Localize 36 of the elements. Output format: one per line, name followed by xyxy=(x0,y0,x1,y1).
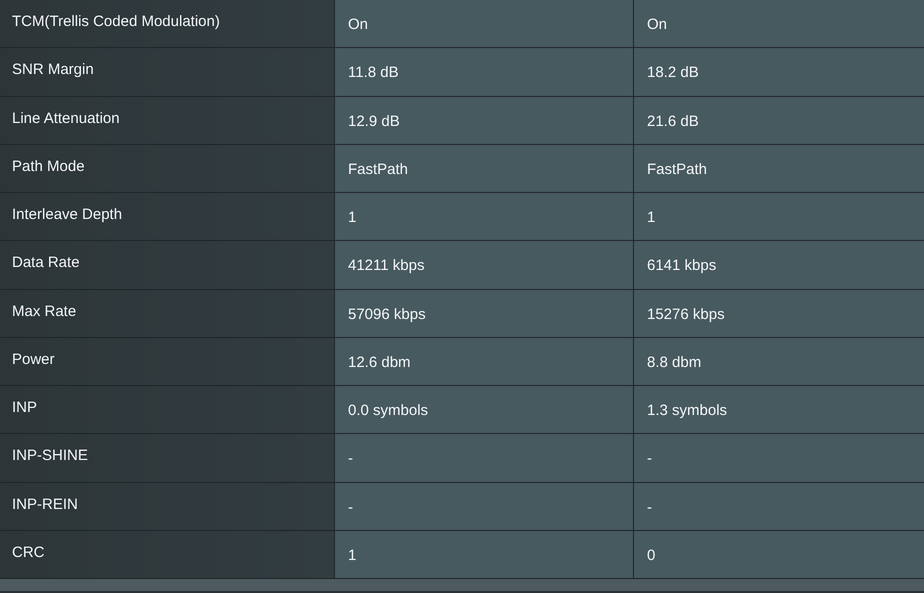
table-cell: 0.0 symbols xyxy=(335,386,634,434)
table-cell: FastPath xyxy=(634,144,924,192)
row-header-cell: INP xyxy=(0,386,335,434)
table-cell: 1 xyxy=(335,530,634,578)
table-cell: 1 xyxy=(634,193,924,240)
row-header-cell: Power xyxy=(0,338,335,385)
row-header-cell: Max Rate xyxy=(0,290,335,337)
table-cell: 18.2 dB xyxy=(634,48,924,96)
row-header-cell: SNR Margin xyxy=(0,48,335,96)
row-header-cell: TCM(Trellis Coded Modulation) xyxy=(0,0,335,48)
table-cell: - xyxy=(634,434,924,482)
row-header-cell: INP-REIN xyxy=(0,482,335,530)
table-cell: FastPath xyxy=(335,144,634,192)
table-cell: 1 xyxy=(335,193,634,240)
table-cell: 0 xyxy=(634,530,924,578)
table-cell: 11.8 dB xyxy=(335,48,634,96)
row-header-cell: INP-SHINE xyxy=(0,434,335,482)
row-header-cell: Data Rate xyxy=(0,241,335,288)
row-header-cell: Line Attenuation xyxy=(0,96,335,144)
table-cell: 6141 kbps xyxy=(634,241,924,288)
table-cell: - xyxy=(335,482,634,530)
table-cell: 41211 kbps xyxy=(335,241,634,288)
table-cell: - xyxy=(634,482,924,530)
table-cell: 12.6 dbm xyxy=(335,338,634,385)
row-header-cell: Interleave Depth xyxy=(0,193,335,240)
table-cell: 12.9 dB xyxy=(335,96,634,144)
table-cell: 1.3 symbols xyxy=(634,386,924,434)
table-cell: 8.8 dbm xyxy=(634,338,924,385)
table-cell: On xyxy=(335,0,634,48)
table-cell: 57096 kbps xyxy=(335,290,634,337)
row-header-cell: CRC xyxy=(0,530,335,578)
table-cell: 21.6 dB xyxy=(634,96,924,144)
table-cell: On xyxy=(634,0,924,48)
table-cell: 15276 kbps xyxy=(634,290,924,337)
table-cell: - xyxy=(335,434,634,482)
row-header-cell: Path Mode xyxy=(0,144,335,192)
